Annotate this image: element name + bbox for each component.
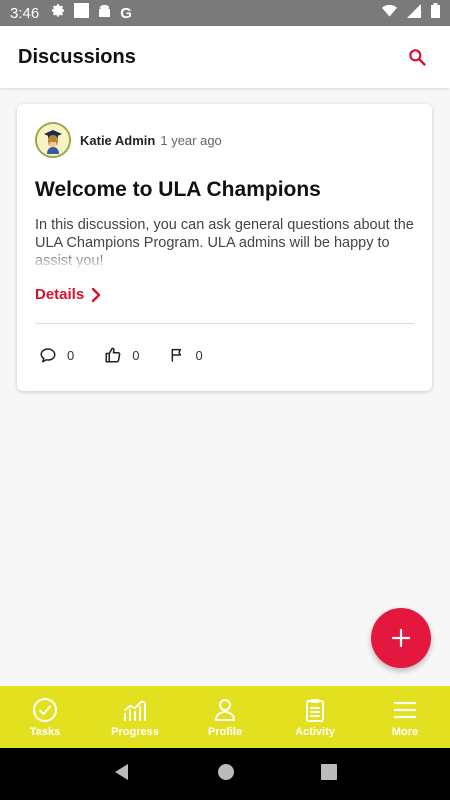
plus-icon xyxy=(392,629,410,647)
battery-icon xyxy=(431,3,440,23)
recents-icon[interactable] xyxy=(321,763,337,785)
details-label: Details xyxy=(35,286,85,303)
flag-icon xyxy=(172,348,182,362)
flag-stat[interactable]: 0 xyxy=(169,347,203,363)
status-bar: 3:46 G xyxy=(0,0,450,26)
author-row: Katie Admin 1 year ago xyxy=(35,122,414,158)
app-bar: Discussions xyxy=(0,26,450,88)
nav-label-tasks: Tasks xyxy=(29,725,61,738)
page-title: Discussions xyxy=(18,45,136,68)
nav-label-more: More xyxy=(391,725,419,738)
nav-label-progress: Progress xyxy=(111,725,159,738)
thumbs-up-icon xyxy=(105,347,121,363)
status-left-icons: G xyxy=(51,3,132,23)
stats-row: 0 0 0 xyxy=(35,324,414,386)
home-icon[interactable] xyxy=(217,763,235,786)
like-stat[interactable]: 0 xyxy=(104,346,139,364)
flag-count: 0 xyxy=(195,347,203,363)
status-time: 3:46 xyxy=(10,4,40,22)
add-discussion-button[interactable] xyxy=(371,608,431,668)
discussion-card[interactable]: Katie Admin 1 year ago Welcome to ULA Ch… xyxy=(17,104,432,391)
back-icon[interactable] xyxy=(113,763,131,786)
check-circle-icon xyxy=(33,697,57,722)
bottom-nav: Tasks Progress Profile Activity More xyxy=(0,686,450,748)
wifi-icon xyxy=(382,4,397,22)
signal-icon xyxy=(407,3,421,23)
comment-icon xyxy=(40,348,56,363)
graduate-avatar-icon xyxy=(37,124,69,156)
search-button[interactable] xyxy=(402,42,432,72)
post-time: 1 year ago xyxy=(160,132,222,148)
android-icon xyxy=(97,3,112,23)
person-icon xyxy=(215,698,235,721)
like-count: 0 xyxy=(132,347,140,363)
avatar[interactable] xyxy=(35,122,71,158)
comment-stat[interactable]: 0 xyxy=(39,346,74,364)
menu-icon xyxy=(393,701,417,718)
chart-icon xyxy=(124,700,146,721)
clipboard-icon xyxy=(306,698,324,722)
chevron-right-icon xyxy=(92,287,101,302)
nav-item-profile[interactable]: Profile xyxy=(180,686,270,748)
google-icon: G xyxy=(120,4,132,22)
search-icon xyxy=(409,49,426,66)
nav-item-more[interactable]: More xyxy=(360,686,450,748)
discussion-title[interactable]: Welcome to ULA Champions xyxy=(35,178,414,202)
system-nav-bar xyxy=(0,748,450,800)
square-icon xyxy=(74,3,90,23)
status-right-icons xyxy=(382,3,440,23)
nav-item-progress[interactable]: Progress xyxy=(90,686,180,748)
nav-item-activity[interactable]: Activity xyxy=(270,686,360,748)
discussion-body: In this discussion, you can ask general … xyxy=(35,217,414,270)
gear-icon xyxy=(51,3,66,23)
nav-label-activity: Activity xyxy=(295,725,335,738)
nav-label-profile: Profile xyxy=(207,725,243,738)
comment-count: 0 xyxy=(67,347,75,363)
details-link[interactable]: Details xyxy=(35,286,414,303)
author-name[interactable]: Katie Admin xyxy=(80,133,155,148)
nav-item-tasks[interactable]: Tasks xyxy=(0,686,90,748)
